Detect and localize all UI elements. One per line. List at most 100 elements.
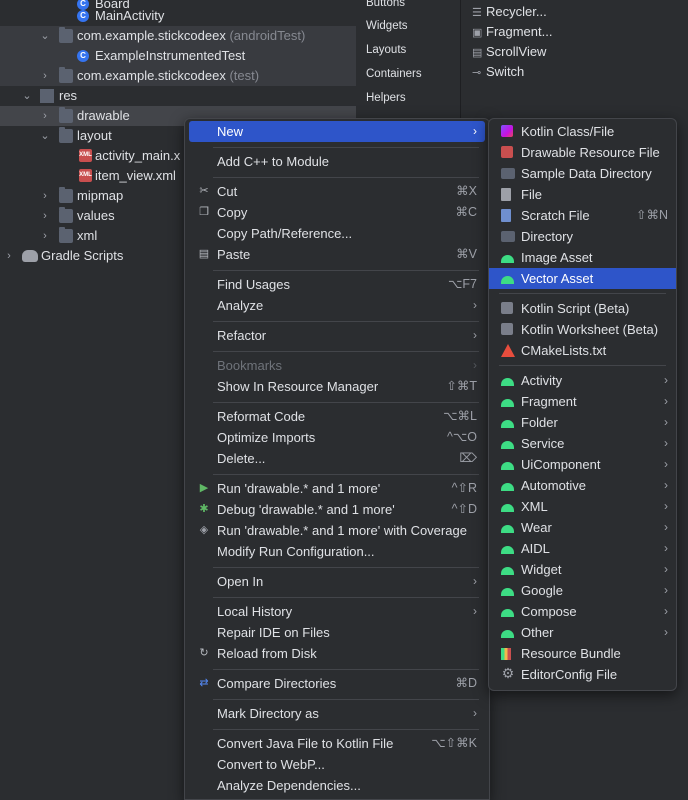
android-icon (501, 609, 514, 617)
chevron-down-icon[interactable]: ⌄ (22, 86, 32, 106)
palette-item-recyclerview[interactable]: ☰ Recycler... (472, 4, 547, 19)
submenu-item-kotlin-class[interactable]: Kotlin Class/File (489, 121, 676, 142)
chevron-right-icon[interactable]: › (40, 226, 50, 246)
submenu-item-label: Scratch File (521, 208, 590, 223)
menu-item-analyze-dependencies[interactable]: Analyze Dependencies... (189, 775, 485, 796)
menu-item-optimize-imports[interactable]: Optimize Imports ^⌥O (189, 427, 485, 448)
menu-item-add-cpp[interactable]: Add C++ to Module (189, 151, 485, 172)
submenu-item-automotive[interactable]: Automotive › (489, 475, 676, 496)
menu-item-run-with-coverage[interactable]: ◈ Run 'drawable.* and 1 more' with Covera… (189, 520, 485, 541)
palette-item-label: Switch (486, 64, 525, 79)
menu-item-copy-path[interactable]: Copy Path/Reference... (189, 223, 485, 244)
menu-item-local-history[interactable]: Local History › (189, 601, 485, 622)
submenu-item-label: Resource Bundle (521, 646, 621, 661)
submenu-item-uicomponent[interactable]: UiComponent › (489, 454, 676, 475)
menu-item-run[interactable]: ▶ Run 'drawable.* and 1 more' ^⇧R (189, 478, 485, 499)
menu-item-convert-java-to-kotlin[interactable]: Convert Java File to Kotlin File ⌥⇧⌘K (189, 733, 485, 754)
tree-row-exampleinstrumentedtest[interactable]: C ExampleInstrumentedTest (0, 46, 356, 66)
menu-item-modify-run-configuration[interactable]: Modify Run Configuration... (189, 541, 485, 562)
submenu-item-activity[interactable]: Activity › (489, 370, 676, 391)
submenu-item-compose[interactable]: Compose › (489, 601, 676, 622)
folder-icon (59, 107, 73, 123)
chevron-right-icon[interactable]: › (40, 206, 50, 226)
tree-row-package-test[interactable]: › com.example.stickcodeex (test) (0, 66, 356, 86)
chevron-right-icon: › (664, 394, 668, 408)
submenu-item-file[interactable]: File (489, 184, 676, 205)
tree-row-mainactivity[interactable]: C MainActivity (0, 6, 356, 26)
menu-item-label: Mark Directory as (217, 706, 319, 721)
menu-item-delete[interactable]: Delete... ⌦ (189, 448, 485, 469)
chevron-right-icon: › (473, 574, 477, 588)
palette-category-containers[interactable]: Containers (366, 68, 422, 80)
menu-item-label: Bookmarks (217, 358, 283, 373)
chevron-down-icon[interactable]: ⌄ (40, 126, 50, 146)
submenu-item-cmakelists[interactable]: CMakeLists.txt (489, 340, 676, 361)
chevron-right-icon[interactable]: › (4, 246, 14, 266)
menu-item-reformat-code[interactable]: Reformat Code ⌥⌘L (189, 406, 485, 427)
menu-item-compare-directories[interactable]: ⇄ Compare Directories ⌘D (189, 673, 485, 694)
run-icon: ▶ (199, 482, 209, 494)
chevron-right-icon[interactable]: › (40, 106, 50, 126)
submenu-item-resource-bundle[interactable]: Resource Bundle (489, 643, 676, 664)
resource-folder-icon (40, 89, 54, 103)
submenu-item-editorconfig[interactable]: ⚙ EditorConfig File (489, 664, 676, 685)
menu-item-cut[interactable]: ✂ Cut ⌘X (189, 181, 485, 202)
kotlin-file-icon (501, 125, 513, 137)
submenu-item-folder[interactable]: Folder › (489, 412, 676, 433)
menu-item-repair-ide[interactable]: Repair IDE on Files (189, 622, 485, 643)
tree-row-suffix: (test) (229, 68, 260, 83)
submenu-item-google[interactable]: Google › (489, 580, 676, 601)
android-icon (501, 483, 514, 491)
submenu-item-scratch-file[interactable]: Scratch File ⇧⌘N (489, 205, 676, 226)
menu-item-label: Compare Directories (217, 676, 337, 691)
submenu-item-drawable-resource[interactable]: Drawable Resource File (489, 142, 676, 163)
submenu-item-widget[interactable]: Widget › (489, 559, 676, 580)
palette-item-switch[interactable]: ⊸ Switch (472, 64, 524, 79)
tree-row-label: drawable (77, 108, 130, 123)
tree-row-package-androidtest[interactable]: ⌄ com.example.stickcodeex (androidTest) (0, 26, 356, 46)
submenu-item-directory[interactable]: Directory (489, 226, 676, 247)
submenu-item-wear[interactable]: Wear › (489, 517, 676, 538)
submenu-item-other[interactable]: Other › (489, 622, 676, 643)
submenu-item-kotlin-worksheet[interactable]: Kotlin Worksheet (Beta) (489, 319, 676, 340)
menu-item-open-in[interactable]: Open In › (189, 571, 485, 592)
submenu-item-sample-data-directory[interactable]: Sample Data Directory (489, 163, 676, 184)
chevron-right-icon: › (664, 415, 668, 429)
chevron-right-icon: › (664, 373, 668, 387)
submenu-item-aidl[interactable]: AIDL › (489, 538, 676, 559)
menu-item-label: Copy (217, 205, 248, 220)
palette-item-label: ScrollView (486, 44, 547, 59)
submenu-item-image-asset[interactable]: Image Asset (489, 247, 676, 268)
submenu-item-service[interactable]: Service › (489, 433, 676, 454)
menu-item-copy[interactable]: ❐ Copy ⌘C (189, 202, 485, 223)
menu-item-find-usages[interactable]: Find Usages ⌥F7 (189, 274, 485, 295)
tree-row-res[interactable]: ⌄ res (0, 86, 356, 106)
palette-category-widgets[interactable]: Widgets (366, 20, 408, 32)
palette-item-fragment[interactable]: ▣ Fragment... (472, 24, 552, 39)
menu-item-reload-from-disk[interactable]: ↻ Reload from Disk (189, 643, 485, 664)
submenu-item-xml[interactable]: XML › (489, 496, 676, 517)
menu-item-convert-to-webp[interactable]: Convert to WebP... (189, 754, 485, 775)
submenu-item-kotlin-script[interactable]: Kotlin Script (Beta) (489, 298, 676, 319)
menu-item-analyze[interactable]: Analyze › (189, 295, 485, 316)
chevron-right-icon: › (664, 583, 668, 597)
menu-item-new[interactable]: New › (189, 121, 485, 142)
chevron-right-icon[interactable]: › (40, 186, 50, 206)
chevron-right-icon[interactable]: › (40, 66, 50, 86)
menu-item-shortcut: ⌥F7 (448, 277, 477, 291)
menu-item-mark-directory-as[interactable]: Mark Directory as › (189, 703, 485, 724)
submenu-item-label: Widget (521, 562, 562, 577)
menu-item-paste[interactable]: ▤ Paste ⌘V (189, 244, 485, 265)
menu-item-refactor[interactable]: Refactor › (189, 325, 485, 346)
palette-category-layouts[interactable]: Layouts (366, 44, 406, 56)
menu-item-show-in-resource-manager[interactable]: Show In Resource Manager ⇧⌘T (189, 376, 485, 397)
submenu-item-fragment[interactable]: Fragment › (489, 391, 676, 412)
submenu-item-label: Kotlin Class/File (521, 124, 615, 139)
palette-category-helpers[interactable]: Helpers (366, 92, 406, 104)
menu-item-debug[interactable]: ✱ Debug 'drawable.* and 1 more' ^⇧D (189, 499, 485, 520)
copy-icon: ❐ (199, 206, 209, 218)
palette-category-buttons[interactable]: Buttons (366, 0, 405, 9)
chevron-down-icon[interactable]: ⌄ (40, 26, 50, 46)
submenu-item-vector-asset[interactable]: Vector Asset (489, 268, 676, 289)
palette-item-scrollview[interactable]: ▤ ScrollView (472, 44, 546, 59)
